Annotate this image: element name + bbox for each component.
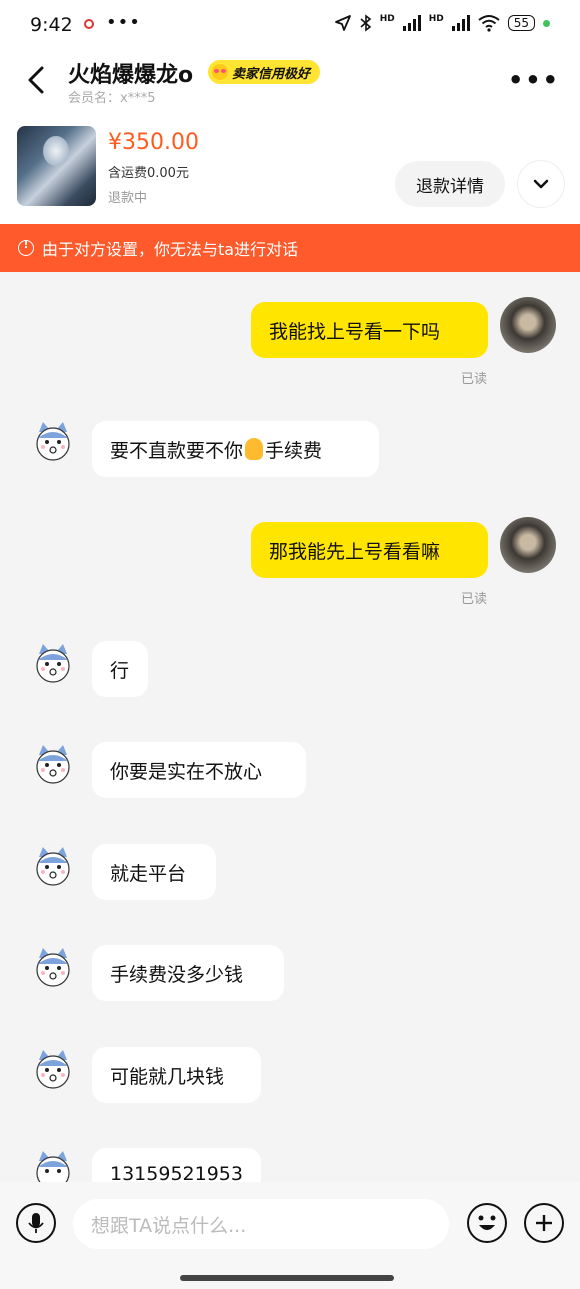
expand-button[interactable]	[518, 161, 564, 207]
message-bubble-received[interactable]: 可能就几块钱	[92, 1047, 261, 1103]
shipping-fee: 含运费0.00元	[108, 166, 189, 181]
more-options-button[interactable]: •••	[508, 66, 560, 94]
message-text: 手续费	[265, 439, 323, 462]
seller-avatar[interactable]	[33, 845, 73, 889]
read-receipt: 已读	[461, 372, 488, 387]
product-price: ¥350.00	[108, 130, 199, 155]
info-icon	[18, 238, 34, 256]
hd-label-1: HD	[379, 14, 395, 24]
message-bubble-received[interactable]: 手续费没多少钱	[92, 945, 284, 1001]
charging-dot-icon	[543, 19, 550, 27]
seller-name[interactable]: 火焰爆爆龙o	[68, 57, 193, 89]
seller-avatar[interactable]	[33, 743, 73, 787]
product-thumbnail[interactable]	[17, 126, 96, 206]
notification-icon	[84, 19, 94, 29]
message-bubble-sent[interactable]: 那我能先上号看看嘛	[251, 522, 488, 578]
seller-avatar[interactable]	[33, 420, 73, 464]
chat-restricted-banner: 由于对方设置，你无法与ta进行对话	[0, 224, 580, 272]
message-text: 就走平台	[110, 862, 187, 885]
message-input[interactable]: 想跟TA说点什么...	[73, 1199, 449, 1249]
bluetooth-icon	[360, 14, 371, 32]
message-bubble-sent[interactable]: 我能找上号看一下吗	[251, 302, 488, 358]
message-text: 手续费没多少钱	[110, 963, 244, 986]
read-receipt: 已读	[461, 592, 488, 607]
smiley-icon	[478, 1215, 496, 1230]
my-avatar[interactable]	[500, 297, 556, 353]
plus-icon	[536, 1215, 552, 1231]
back-button[interactable]	[18, 62, 54, 98]
signal-icon-1	[402, 15, 421, 31]
message-text: 行	[110, 659, 130, 682]
warning-text: 由于对方设置，你无法与ta进行对话	[42, 240, 299, 259]
member-name: 会员名：x***5	[68, 91, 156, 106]
message-text: 要不直款要不你	[110, 439, 244, 462]
message-text: 那我能先上号看看嘛	[269, 540, 441, 563]
chevron-left-icon	[28, 66, 44, 94]
home-indicator[interactable]	[180, 1275, 394, 1281]
raised-hand-icon	[245, 438, 264, 460]
microphone-icon	[28, 1213, 44, 1233]
message-bubble-received[interactable]: 你要是实在不放心	[92, 742, 306, 798]
product-card[interactable]: ¥350.00 含运费0.00元 退款中 退款详情	[0, 112, 580, 224]
refund-details-button[interactable]: 退款详情	[395, 161, 505, 207]
message-text: 我能找上号看一下吗	[269, 320, 441, 343]
refund-status: 退款中	[108, 191, 148, 206]
message-bubble-received[interactable]: 要不直款要不你 手续费	[92, 421, 379, 477]
message-text: 你要是实在不放心	[110, 760, 263, 783]
my-avatar[interactable]	[500, 517, 556, 573]
more-actions-button[interactable]	[524, 1203, 564, 1243]
message-text: 可能就几块钱	[110, 1065, 225, 1088]
message-bubble-received[interactable]: 行	[92, 641, 148, 697]
chat-header: 火焰爆爆龙o 卖家信用极好 会员名：x***5 •••	[0, 52, 580, 112]
signal-icon-2	[451, 15, 470, 31]
wifi-icon	[478, 15, 500, 32]
message-bubble-received[interactable]: 就走平台	[92, 844, 216, 900]
input-bar: 想跟TA说点什么...	[0, 1182, 580, 1289]
status-time: 9:42	[30, 14, 73, 36]
status-bar: 9:42 ••• HD HD 55	[0, 0, 580, 52]
seller-avatar[interactable]	[33, 1048, 73, 1092]
chevron-down-icon	[533, 179, 549, 189]
hd-label-2: HD	[428, 14, 444, 24]
seller-avatar[interactable]	[33, 946, 73, 990]
seller-credit-badge: 卖家信用极好	[208, 60, 321, 84]
emoji-button[interactable]	[467, 1203, 507, 1243]
seller-avatar[interactable]	[33, 642, 73, 686]
battery-indicator: 55	[507, 15, 535, 31]
status-icons: HD HD 55	[334, 14, 550, 32]
status-more-icon: •••	[106, 12, 141, 33]
credit-badge-label: 卖家信用极好	[232, 66, 311, 82]
heart-eyes-icon	[212, 64, 228, 80]
location-icon	[334, 15, 351, 31]
voice-input-button[interactable]	[16, 1203, 56, 1243]
